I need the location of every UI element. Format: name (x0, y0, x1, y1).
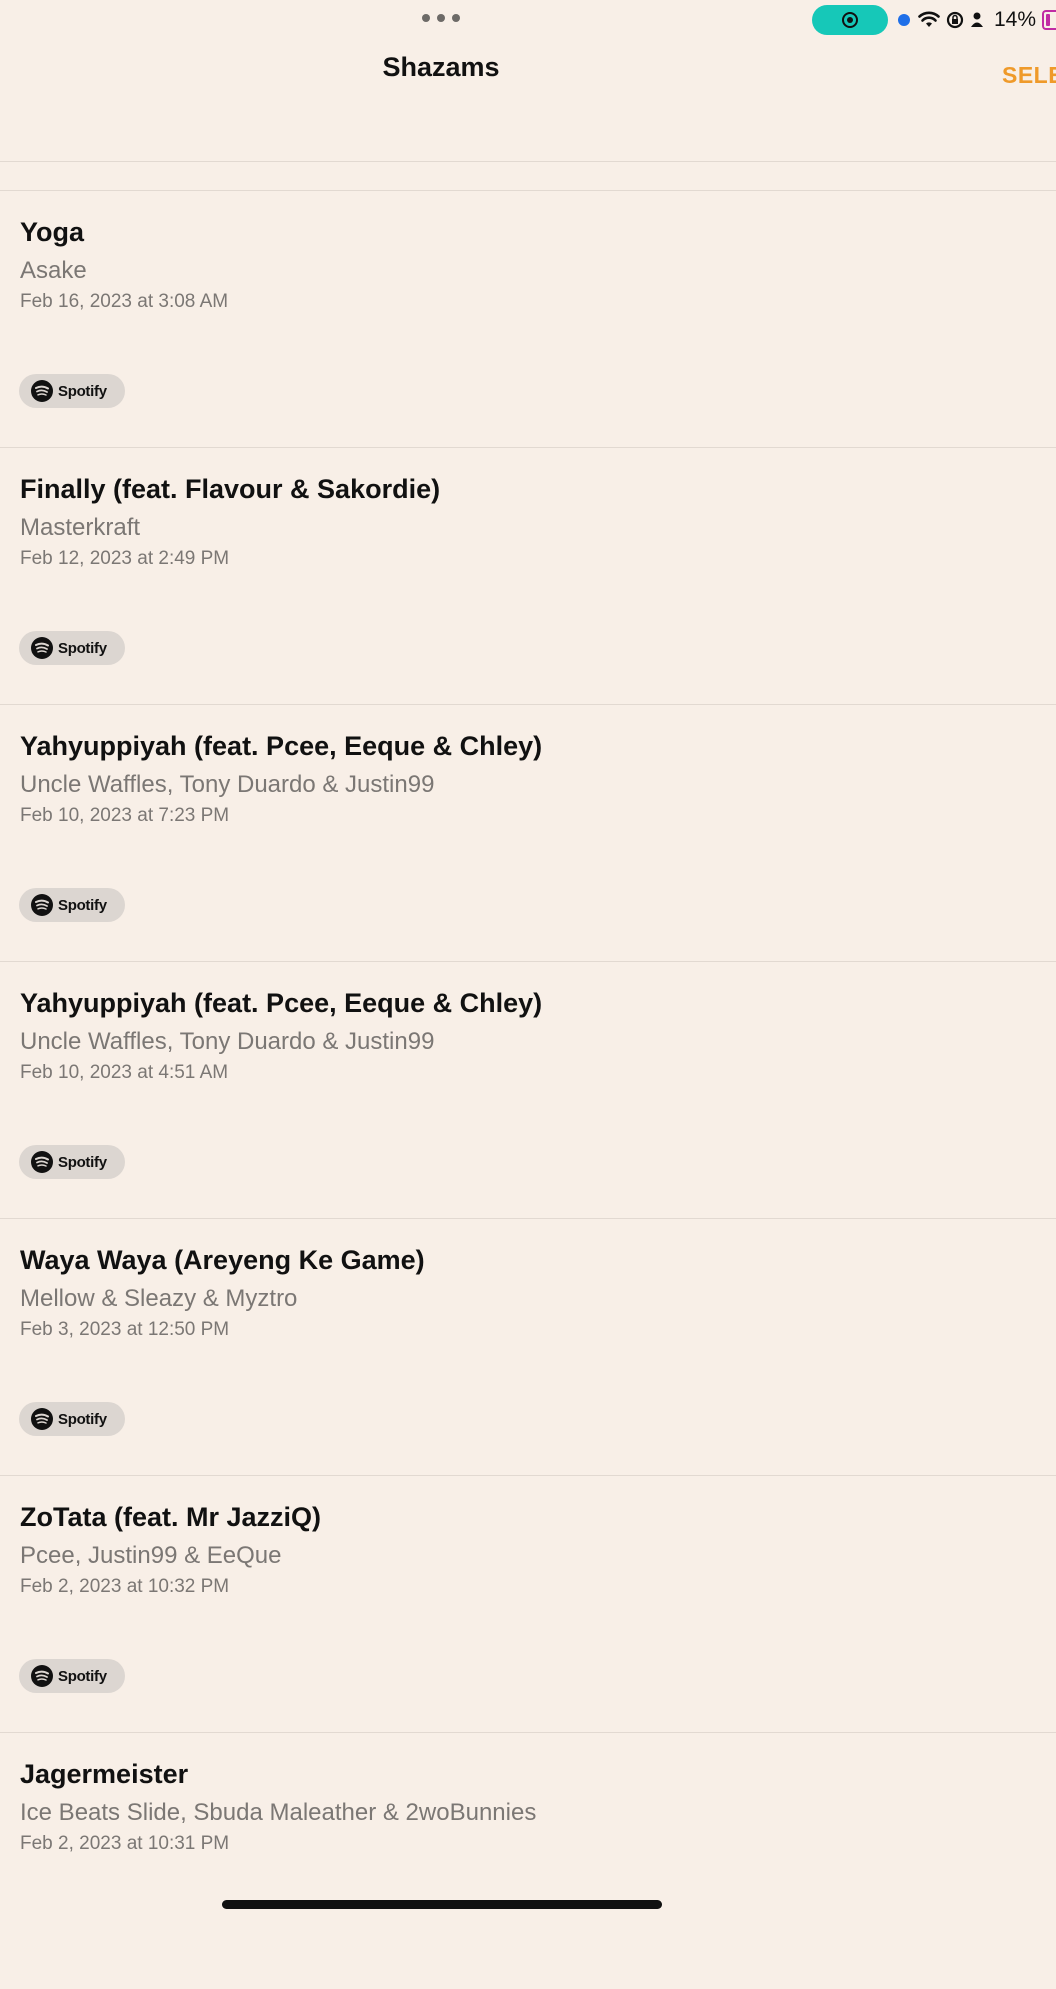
spotify-icon (31, 1408, 53, 1430)
multitasking-menu-icon[interactable] (422, 12, 460, 24)
song-title: Yahyuppiyah (feat. Pcee, Eeque & Chley) (20, 988, 543, 1018)
song-title: Finally (feat. Flavour & Sakordie) (20, 474, 441, 504)
spotify-button[interactable]: Spotify (19, 374, 125, 408)
spotify-button[interactable]: Spotify (19, 1402, 125, 1436)
song-title: Yoga (20, 217, 85, 247)
shazam-date: Feb 2, 2023 at 10:31 PM (20, 1833, 230, 1854)
spotify-label: Spotify (58, 896, 107, 914)
list-item[interactable]: Yahyuppiyah (feat. Pcee, Eeque & Chley) … (0, 704, 1056, 961)
shazam-list: Yoga Asake Feb 16, 2023 at 3:08 AM Spoti… (0, 190, 1056, 1989)
status-icons: 14% (898, 5, 1056, 35)
nav-divider (0, 161, 1056, 162)
spotify-button[interactable]: Spotify (19, 888, 125, 922)
song-artist: Uncle Waffles, Tony Duardo & Justin99 (20, 1028, 435, 1055)
shazam-date: Feb 12, 2023 at 2:49 PM (20, 548, 230, 569)
spotify-button[interactable]: Spotify (19, 1145, 125, 1179)
list-item[interactable]: Finally (feat. Flavour & Sakordie) Maste… (0, 447, 1056, 704)
record-icon (842, 12, 858, 28)
song-artist: Uncle Waffles, Tony Duardo & Justin99 (20, 771, 435, 798)
spotify-icon (31, 1665, 53, 1687)
spotify-icon (31, 1151, 53, 1173)
song-title: Waya Waya (Areyeng Ke Game) (20, 1245, 425, 1275)
spotify-label: Spotify (58, 382, 107, 400)
list-item[interactable]: Yoga Asake Feb 16, 2023 at 3:08 AM Spoti… (0, 190, 1056, 447)
status-bar: 14% (0, 0, 1056, 40)
select-button[interactable]: SELECT (1002, 62, 1056, 89)
spotify-label: Spotify (58, 639, 107, 657)
list-item[interactable]: Yahyuppiyah (feat. Pcee, Eeque & Chley) … (0, 961, 1056, 1218)
spotify-icon (31, 637, 53, 659)
shazam-date: Feb 10, 2023 at 7:23 PM (20, 805, 230, 826)
rotation-lock-icon (946, 11, 964, 29)
page-title: Shazams (382, 52, 500, 82)
shazam-date: Feb 3, 2023 at 12:50 PM (20, 1319, 230, 1340)
battery-icon (1042, 10, 1056, 30)
spotify-label: Spotify (58, 1153, 107, 1171)
spotify-icon (31, 380, 53, 402)
song-title: ZoTata (feat. Mr JazziQ) (20, 1502, 322, 1532)
home-indicator[interactable] (222, 1900, 662, 1909)
battery-percent: 14% (993, 8, 1037, 31)
spotify-icon (31, 894, 53, 916)
shazam-date: Feb 10, 2023 at 4:51 AM (20, 1062, 229, 1083)
song-artist: Pcee, Justin99 & EeQue (20, 1542, 282, 1569)
song-artist: Asake (20, 257, 87, 284)
song-artist: Masterkraft (20, 514, 141, 541)
person-icon (970, 11, 984, 29)
spotify-button[interactable]: Spotify (19, 631, 125, 665)
song-title: Yahyuppiyah (feat. Pcee, Eeque & Chley) (20, 731, 543, 761)
location-dot-icon (898, 14, 910, 26)
song-artist: Mellow & Sleazy & Myztro (20, 1285, 298, 1312)
spotify-label: Spotify (58, 1667, 107, 1685)
wifi-icon (918, 11, 940, 29)
spotify-button[interactable]: Spotify (19, 1659, 125, 1693)
screen-recording-indicator[interactable] (812, 5, 888, 35)
list-item[interactable]: Jagermeister Ice Beats Slide, Sbuda Male… (0, 1732, 1056, 1989)
song-title: Jagermeister (20, 1759, 189, 1789)
spotify-label: Spotify (58, 1410, 107, 1428)
shazam-date: Feb 2, 2023 at 10:32 PM (20, 1576, 230, 1597)
shazam-date: Feb 16, 2023 at 3:08 AM (20, 291, 229, 312)
song-artist: Ice Beats Slide, Sbuda Maleather & 2woBu… (20, 1799, 537, 1826)
list-item[interactable]: Waya Waya (Areyeng Ke Game) Mellow & Sle… (0, 1218, 1056, 1475)
list-item[interactable]: ZoTata (feat. Mr JazziQ) Pcee, Justin99 … (0, 1475, 1056, 1732)
